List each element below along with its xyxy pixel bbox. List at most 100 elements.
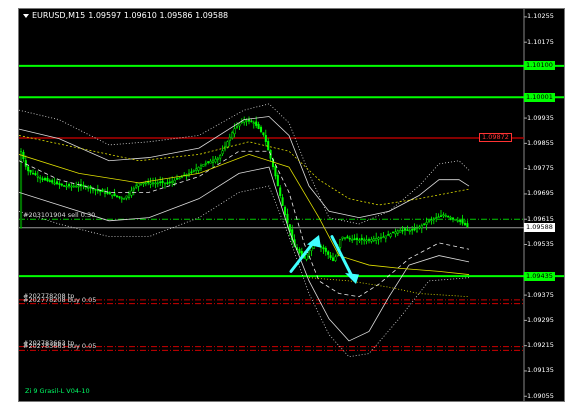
candle-body: [432, 218, 435, 221]
candle-body: [166, 182, 169, 184]
candle-body: [63, 185, 66, 187]
candle-body: [413, 228, 416, 231]
middle-band: [19, 150, 470, 298]
dropdown-triangle-icon[interactable]: [23, 13, 29, 18]
price-tick-label: 1.09375: [527, 290, 554, 299]
candle-body: [396, 230, 399, 234]
candle-body: [439, 215, 443, 217]
candle-body: [53, 182, 56, 185]
candle-body: [279, 187, 282, 196]
candle-body: [401, 229, 404, 232]
candle-body: [142, 182, 145, 185]
candle-body: [163, 182, 167, 185]
candle-body: [391, 231, 395, 234]
candle-body: [156, 182, 159, 185]
candle-body: [115, 195, 119, 197]
candle-body: [459, 220, 462, 222]
chart-title-bar: EURUSD,M15 1.09597 1.09610 1.09586 1.095…: [23, 11, 228, 20]
candle-body: [60, 183, 63, 186]
candle-body: [41, 178, 44, 181]
candle-body: [72, 185, 75, 188]
candle-body: [394, 231, 397, 235]
candle-body: [372, 238, 375, 242]
candle-body: [77, 185, 80, 188]
candle-body: [247, 119, 251, 122]
candle-body: [375, 238, 378, 241]
candle-body: [125, 195, 128, 199]
candle-body: [307, 250, 311, 257]
order-label: #203101904 sell 0.30: [23, 211, 96, 220]
price-tick-label: 1.09588: [524, 223, 555, 233]
candle-body: [365, 239, 368, 242]
candle-body: [118, 196, 121, 198]
candle-body: [437, 216, 440, 219]
order-label: #202778208 buy 0.05: [23, 295, 97, 304]
candle-body: [363, 239, 366, 242]
ma-slow: [19, 135, 470, 206]
candle-body: [348, 237, 351, 240]
candle-body: [250, 120, 253, 123]
candle-body: [91, 188, 95, 191]
candle-body: [355, 237, 359, 241]
candle-body: [238, 123, 241, 127]
candle-body: [192, 170, 195, 172]
price-plot[interactable]: [19, 9, 564, 401]
candle-body: [259, 126, 263, 132]
candle-body: [159, 181, 162, 184]
candle-body: [43, 178, 47, 181]
candle-body: [173, 179, 176, 184]
candle-body: [195, 168, 198, 171]
candle-body: [135, 185, 138, 188]
upper-band-inner: [19, 116, 470, 219]
price-tick-label: 1.09435: [524, 271, 555, 281]
candle-body: [228, 136, 231, 142]
candle-body: [389, 233, 392, 237]
candle-body: [216, 157, 219, 160]
candle-body: [447, 215, 450, 218]
candle-body: [252, 122, 255, 124]
candle-body: [127, 193, 131, 198]
price-tick-label: 1.10175: [527, 37, 554, 46]
candle-body: [454, 219, 457, 221]
candle-body: [341, 236, 344, 239]
price-tick-label: 1.09695: [527, 189, 554, 198]
price-tick-label: 1.10001: [524, 92, 555, 102]
candle-body: [58, 183, 61, 185]
candle-body: [113, 193, 116, 196]
candle-body: [197, 167, 200, 171]
candle-body: [367, 239, 371, 241]
candle-body: [324, 247, 327, 252]
order-label: #202783663 buy 0.05: [23, 342, 97, 351]
candle-body: [276, 175, 279, 187]
candle-body: [257, 123, 260, 129]
candle-body: [207, 161, 210, 163]
candle-body: [384, 235, 387, 239]
candle-body: [168, 181, 171, 184]
price-tick-label: 1.09935: [527, 113, 554, 122]
indicator-label: Zi 9 Grasil-L V04-10: [25, 387, 90, 395]
candle-body: [442, 214, 445, 217]
candle-body: [111, 194, 114, 197]
candle-body: [377, 237, 380, 240]
candle-body: [103, 192, 107, 194]
candle-body: [267, 141, 270, 151]
candle-body: [82, 184, 85, 187]
candle-body: [399, 230, 402, 233]
candle-body: [461, 220, 464, 224]
candle-body: [130, 190, 133, 196]
candle-body: [449, 217, 452, 219]
candle-body: [149, 182, 152, 185]
candle-body: [262, 132, 265, 135]
candle-body: [411, 229, 414, 231]
candle-body: [48, 180, 51, 182]
candle-body: [353, 238, 356, 241]
candle-body: [51, 180, 54, 183]
price-tick-label: 1.09775: [527, 164, 554, 173]
candle-body: [139, 182, 143, 186]
candle-body: [343, 237, 347, 239]
candle-body: [204, 162, 207, 165]
candle-body: [430, 219, 433, 222]
chart-window[interactable]: EURUSD,M15 1.09597 1.09610 1.09586 1.095…: [18, 8, 565, 402]
symbol-label: EURUSD,M15: [32, 11, 86, 20]
candle-body: [46, 177, 49, 182]
